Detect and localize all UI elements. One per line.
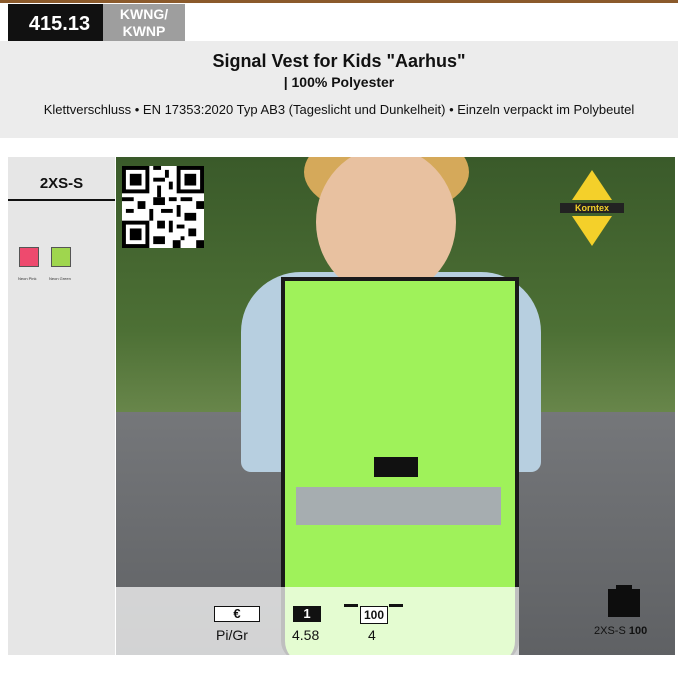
sku-line-2: KWNP xyxy=(122,23,166,39)
currency-badge: € xyxy=(214,606,260,622)
carton-count: 100 xyxy=(628,625,648,637)
product-title: Signal Vest for Kids "Aarhus" xyxy=(212,51,466,71)
sku-line-1: KWNG/ xyxy=(119,6,169,22)
swatch-neon-pink[interactable] xyxy=(19,247,39,267)
size-divider xyxy=(8,199,115,201)
price-100: 4 xyxy=(368,627,376,643)
qty-bar-right xyxy=(389,604,403,607)
qty-100-badge: 100 xyxy=(360,606,388,624)
product-description: Klettverschluss • EN 17353:2020 Typ AB3 … xyxy=(43,102,635,117)
top-accent-bar xyxy=(0,0,678,3)
brand-logo-icon: Korntex xyxy=(560,170,624,246)
size-sidebar: 2XS-S Neon Pink Neon Green xyxy=(8,157,115,655)
swatch-label-green: Neon Green xyxy=(49,276,71,281)
velcro-closure xyxy=(374,457,418,477)
unit-label: Pi/Gr xyxy=(216,627,248,643)
qty-bar-left xyxy=(344,604,358,607)
product-material: | 100% Polyester xyxy=(283,74,395,90)
qr-code-icon xyxy=(122,166,204,248)
carton-icon xyxy=(608,589,640,617)
swatch-label-pink: Neon Pink xyxy=(18,276,37,281)
reflective-stripe xyxy=(296,487,501,525)
product-code: 415.13 xyxy=(8,4,111,45)
carton-size: 2XS-S xyxy=(594,625,626,637)
swatch-neon-green[interactable] xyxy=(51,247,71,267)
price-table: € 1 100 Pi/Gr 4.58 4 xyxy=(116,587,519,655)
logo-text: Korntex xyxy=(575,203,609,213)
carton-info: 2XS-S 100 xyxy=(594,625,647,637)
sku-badge: KWNG/ KWNP xyxy=(103,4,185,45)
size-label: 2XS-S xyxy=(39,175,84,192)
qty-1-badge: 1 xyxy=(293,606,321,622)
product-header: Signal Vest for Kids "Aarhus" | 100% Pol… xyxy=(0,41,678,138)
price-1: 4.58 xyxy=(292,627,320,643)
